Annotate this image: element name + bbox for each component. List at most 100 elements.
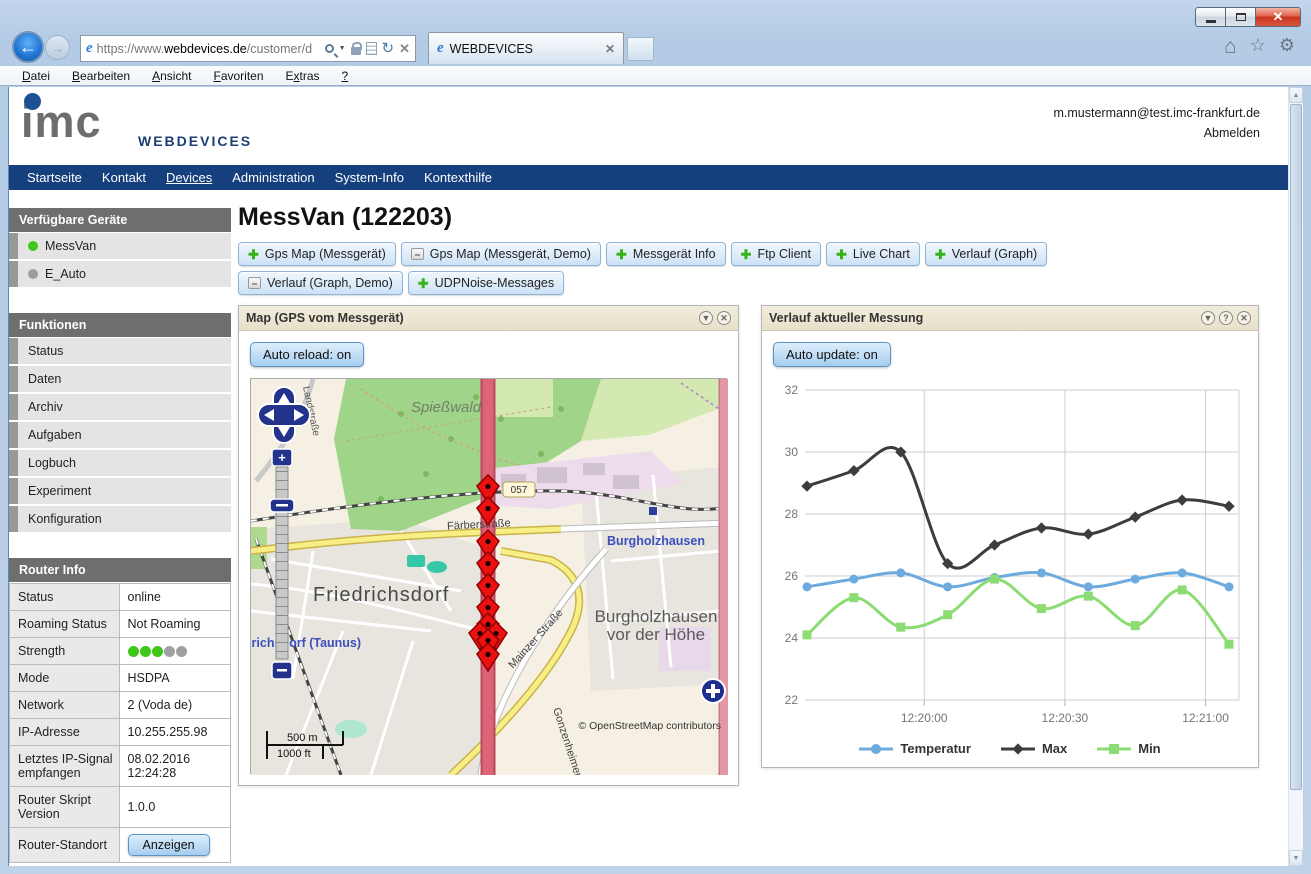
favorites-star-icon[interactable]: ☆ [1250, 36, 1266, 57]
toolbar-button-label: Verlauf (Graph, Demo) [267, 276, 393, 290]
function-item-aufgaben[interactable]: Aufgaben [9, 422, 231, 448]
toolbar-button-udpnoise-messages[interactable]: ✚UDPNoise-Messages [408, 271, 564, 295]
svg-text:12:21:00: 12:21:00 [1182, 711, 1229, 725]
nav-item-system-info[interactable]: System-Info [325, 170, 414, 185]
nav-item-startseite[interactable]: Startseite [17, 170, 92, 185]
toolbar-button-gps-map-messger-t-[interactable]: ✚Gps Map (Messgerät) [238, 242, 396, 266]
stop-icon[interactable]: ✕ [399, 42, 410, 55]
menu-item-ansicht[interactable]: Ansicht [143, 68, 200, 84]
svg-text:22: 22 [785, 693, 799, 707]
router-row: Router Skript Version1.0.0 [10, 787, 231, 828]
settings-gear-icon[interactable]: ⚙ [1279, 36, 1295, 57]
scroll-down-icon[interactable]: ▼ [1289, 850, 1303, 866]
map-close-icon[interactable]: ✕ [717, 311, 731, 325]
toolbar-button-gps-map-messger-t-demo-[interactable]: Gps Map (Messgerät, Demo) [401, 242, 601, 266]
logout-link[interactable]: Abmelden [1054, 123, 1261, 143]
map-layer-button[interactable] [701, 679, 725, 703]
svg-text:26: 26 [785, 569, 799, 583]
chart-close-icon[interactable]: ✕ [1237, 311, 1251, 325]
address-bar[interactable]: e https://www.webdevices.de/customer/d ▼… [80, 35, 416, 62]
nav-item-kontexthilfe[interactable]: Kontexthilfe [414, 170, 502, 185]
function-item-logbuch[interactable]: Logbuch [9, 450, 231, 476]
back-button[interactable]: ← [12, 31, 44, 63]
nav-item-kontakt[interactable]: Kontakt [92, 170, 156, 185]
function-item-archiv[interactable]: Archiv [9, 394, 231, 420]
svg-text:30: 30 [785, 445, 799, 459]
search-icon[interactable] [325, 44, 334, 53]
svg-text:+: + [278, 450, 286, 465]
plus-icon: ✚ [616, 248, 627, 261]
menu-bar: DateiBearbeitenAnsichtFavoriten Extras? [0, 66, 1311, 86]
map-collapse-icon[interactable]: ▼ [699, 311, 713, 325]
router-row-value: 08.02.2016 12:24:28 [120, 746, 232, 787]
main-nav: StartseiteKontaktDevicesAdministrationSy… [9, 165, 1288, 190]
router-row-label: IP-Adresse [10, 719, 120, 746]
function-item-experiment[interactable]: Experiment [9, 478, 231, 504]
toolbar-button-verlauf-graph-demo-[interactable]: Verlauf (Graph, Demo) [238, 271, 403, 295]
town-label: Friedrichsdorf [313, 584, 449, 606]
router-row: Letztes IP-Signal empfangen08.02.2016 12… [10, 746, 231, 787]
chevron-down-icon[interactable]: ▼ [339, 45, 346, 52]
home-icon[interactable]: ⌂ [1224, 36, 1237, 57]
toolbar-button-label: Verlauf (Graph) [952, 247, 1037, 261]
page-viewport: imc WEBDEVICES m.mustermann@test.imc-fra… [8, 87, 1288, 866]
legend-marker-diamond [1001, 743, 1035, 755]
nav-item-administration[interactable]: Administration [222, 170, 324, 185]
chart-help-icon[interactable]: ? [1219, 311, 1233, 325]
close-button[interactable]: ✕ [1255, 7, 1301, 27]
menu-item-xtras[interactable]: Extras [277, 68, 329, 84]
new-tab-button[interactable] [627, 37, 654, 61]
vertical-scrollbar[interactable]: ▲ ▼ [1288, 87, 1303, 866]
nav-item-devices[interactable]: Devices [156, 170, 222, 185]
functions-section-header: Funktionen [9, 313, 231, 337]
toolbar-button-messger-t-info[interactable]: ✚Messgerät Info [606, 242, 726, 266]
function-label: Aufgaben [28, 428, 82, 442]
minimize-icon [1206, 20, 1216, 23]
svg-text:12:20:30: 12:20:30 [1042, 711, 1089, 725]
router-info-table: StatusonlineRoaming StatusNot RoamingStr… [9, 583, 231, 863]
toolbar-button-ftp-client[interactable]: ✚Ftp Client [731, 242, 821, 266]
station-label-left: Friedrichsdorf (Taunus) [251, 636, 361, 650]
function-item-daten[interactable]: Daten [9, 366, 231, 392]
function-item-konfiguration[interactable]: Konfiguration [9, 506, 231, 532]
toolbar-button-label: Gps Map (Messgerät, Demo) [430, 247, 591, 261]
forward-button[interactable]: → [45, 35, 70, 60]
plus-icon: ✚ [418, 277, 429, 290]
scale-metric-label: 500 m [287, 732, 318, 744]
plus-icon: ✚ [935, 248, 946, 261]
minimize-button[interactable] [1195, 7, 1225, 27]
auto-update-button[interactable]: Auto update: on [773, 342, 891, 367]
menu-item-bearbeiten[interactable]: Bearbeiten [63, 68, 139, 84]
maximize-button[interactable] [1225, 7, 1255, 27]
device-item-messvan[interactable]: MessVan [9, 233, 231, 259]
menu-item-favoriten[interactable]: Favoriten [204, 68, 272, 84]
refresh-icon[interactable]: ↻ [382, 41, 395, 56]
router-row-label: Roaming Status [10, 611, 120, 638]
imc-logo: imc WEBDEVICES [21, 91, 321, 161]
url-text[interactable]: https://www.webdevices.de/customer/d [97, 42, 321, 56]
imc-logo-subtitle: WEBDEVICES [138, 133, 252, 149]
chart-collapse-icon[interactable]: ▼ [1201, 311, 1215, 325]
legend-item-temperatur: Temperatur [859, 741, 971, 756]
osm-map[interactable]: 057 Spießwald Friedrichsdorf Burgholzhau… [250, 378, 727, 774]
tab-close-icon[interactable]: ✕ [605, 42, 615, 56]
auto-reload-button[interactable]: Auto reload: on [250, 342, 364, 367]
router-row-label: Status [10, 584, 120, 611]
menu-item-datei[interactable]: Datei [13, 68, 59, 84]
strength-dot [176, 646, 187, 657]
router-row-value: 2 (Voda de) [120, 692, 232, 719]
device-item-e_auto[interactable]: E_Auto [9, 261, 231, 287]
router-row: ModeHSDPA [10, 665, 231, 692]
router-row-label: Strength [10, 638, 120, 665]
browser-tab[interactable]: e WEBDEVICES ✕ [428, 32, 624, 64]
toolbar-button-verlauf-graph-[interactable]: ✚ Verlauf (Graph) [925, 242, 1047, 266]
compatibility-view-icon[interactable] [366, 42, 377, 55]
scroll-up-icon[interactable]: ▲ [1289, 87, 1303, 103]
scrollbar-thumb[interactable] [1290, 104, 1302, 790]
toolbar-button-live-chart[interactable]: ✚Live Chart [826, 242, 920, 266]
osm-attribution: © OpenStreetMap contributors [578, 720, 721, 732]
show-location-button[interactable]: Anzeigen [128, 834, 210, 856]
plus-icon: ✚ [248, 248, 259, 261]
menu-item-?[interactable]: ? [333, 68, 358, 84]
function-item-status[interactable]: Status [9, 338, 231, 364]
